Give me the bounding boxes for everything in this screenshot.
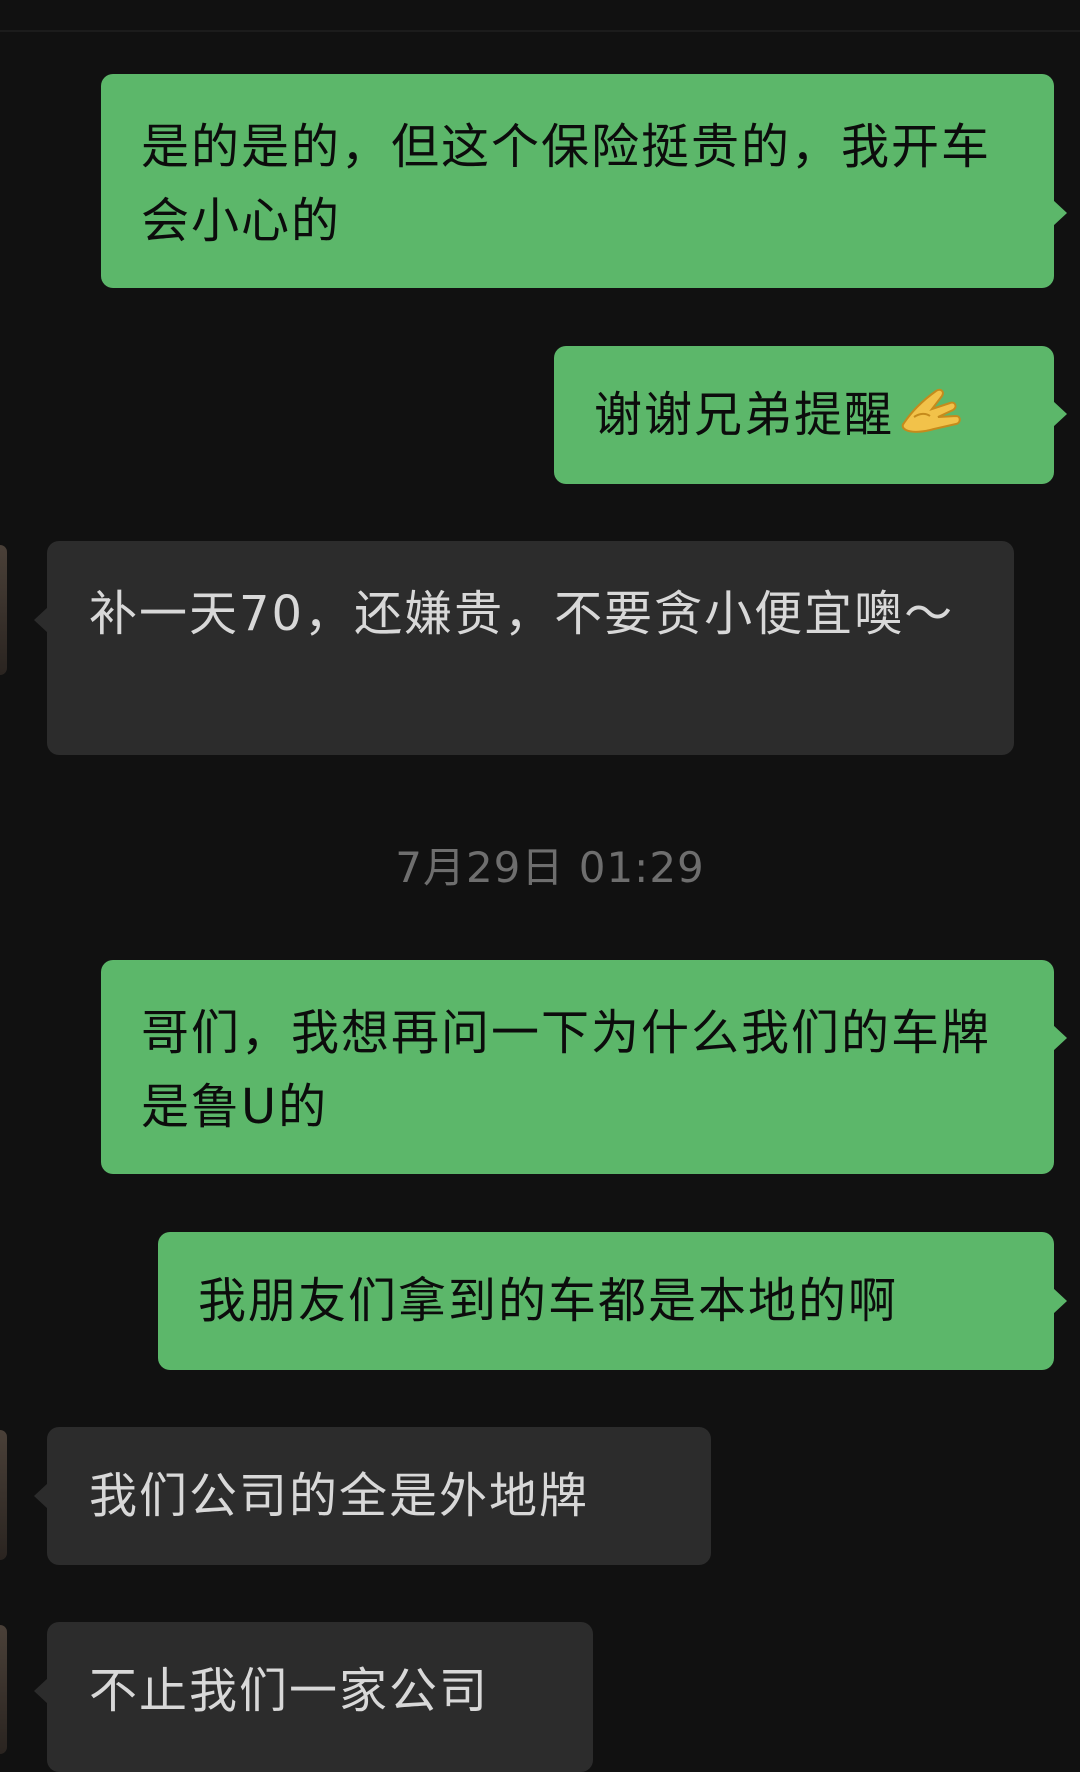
bubble-tail (34, 1678, 48, 1704)
avatar[interactable] (0, 1430, 7, 1560)
bubble-tail (1053, 1025, 1067, 1051)
message-bubble-sent[interactable]: 我朋友们拿到的车都是本地的啊 (158, 1232, 1067, 1370)
message-bubble-received[interactable]: 不止我们一家公司 (34, 1622, 593, 1772)
message-text: 是的是的，但这个保险挺贵的，我开车会小心的 (141, 119, 992, 249)
bubble-tail (1053, 200, 1067, 226)
message-bubble-received[interactable]: 我们公司的全是外地牌 (34, 1427, 711, 1565)
message-text: 我朋友们拿到的车都是本地的啊 (198, 1273, 899, 1329)
message-text: 补一天70，还嫌贵，不要贪小便宜噢～ (89, 586, 955, 642)
avatar[interactable] (0, 545, 7, 675)
top-divider (0, 30, 1080, 32)
message-text: 哥们，我想再问一下为什么我们的车牌是鲁U的 (141, 1005, 992, 1135)
message-bubble-sent[interactable]: 谢谢兄弟提醒 (554, 346, 1067, 484)
message-bubble-received[interactable]: 补一天70，还嫌贵，不要贪小便宜噢～ (34, 541, 1014, 755)
bubble-tail (34, 607, 48, 633)
message-text: 谢谢兄弟提醒 (594, 387, 895, 443)
bubble-tail (34, 1483, 48, 1509)
message-text: 我们公司的全是外地牌 (89, 1468, 590, 1524)
avatar[interactable] (0, 1625, 7, 1754)
pinching-hand-emoji (898, 383, 964, 458)
message-bubble-sent[interactable]: 是的是的，但这个保险挺贵的，我开车会小心的 (101, 74, 1067, 288)
bubble-tail (1053, 401, 1067, 427)
bubble-tail (1053, 1288, 1067, 1314)
timestamp: 7月29日 01:29 (395, 843, 705, 892)
message-text: 不止我们一家公司 (89, 1663, 490, 1719)
message-bubble-sent[interactable]: 哥们，我想再问一下为什么我们的车牌是鲁U的 (101, 960, 1067, 1174)
